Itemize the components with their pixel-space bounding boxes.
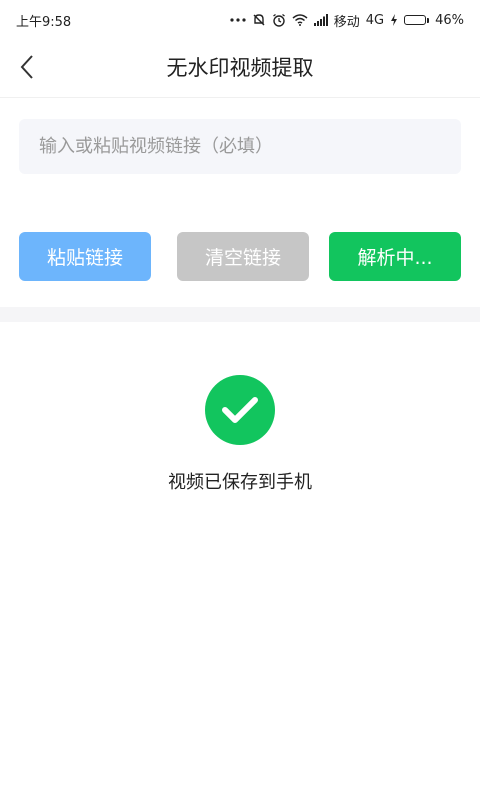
status-bar: 上午9:58 移动 4G 46% [0,0,480,40]
clear-link-button[interactable]: 清空链接 [177,232,309,281]
nav-header: 无水印视频提取 [0,40,480,98]
parse-button[interactable]: 解析中... [329,232,461,281]
result-message: 视频已保存到手机 [168,472,312,493]
status-icons: 移动 4G 46% [230,11,464,30]
page-title: 无水印视频提取 [166,56,314,80]
battery-percent: 46% [435,12,464,28]
check-circle-icon [205,375,275,445]
charging-icon [390,13,398,27]
alarm-icon [272,13,286,27]
signal-icon [313,13,328,27]
status-time: 上午9:58 [16,14,72,30]
mute-icon [252,13,266,27]
section-divider [0,307,480,322]
more-dots-icon [230,13,246,27]
video-link-input[interactable] [19,119,461,174]
paste-link-button[interactable]: 粘贴链接 [19,232,151,281]
network-label: 4G [365,12,385,28]
app-screen: 上午9:58 移动 4G 46% 无水印视频提取 输入或粘贴视频链接（必填） 粘… [0,0,480,800]
carrier-label: 移动 [333,14,360,30]
battery-icon [404,15,430,25]
wifi-icon [292,13,308,27]
